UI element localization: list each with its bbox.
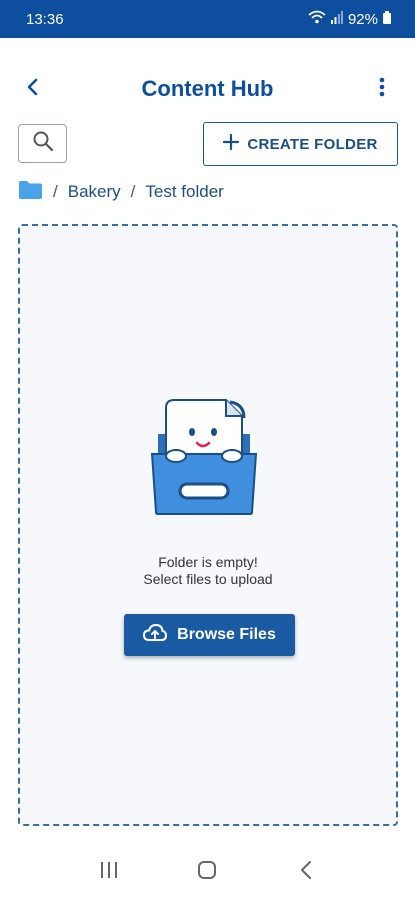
create-folder-label: CREATE FOLDER — [247, 135, 378, 153]
signal-icon — [330, 10, 343, 28]
nav-recents-button[interactable] — [89, 852, 129, 892]
back-icon — [299, 860, 313, 885]
browse-files-button[interactable]: Browse Files — [124, 614, 295, 656]
status-icons: 92% — [308, 10, 391, 28]
back-button[interactable] — [18, 74, 48, 104]
chevron-left-icon — [26, 78, 40, 101]
search-icon — [32, 130, 54, 157]
breadcrumb: / Bakery / Test folder — [18, 178, 224, 206]
empty-title: Folder is empty! — [158, 554, 258, 570]
more-vertical-icon — [379, 77, 385, 102]
system-nav-bar — [0, 844, 415, 900]
create-folder-button[interactable]: CREATE FOLDER — [203, 122, 398, 166]
wifi-icon — [308, 10, 326, 28]
breadcrumb-item-bakery[interactable]: Bakery — [68, 182, 121, 202]
folder-icon[interactable] — [18, 180, 43, 205]
cloud-upload-icon — [143, 623, 168, 647]
browse-files-label: Browse Files — [177, 626, 276, 643]
empty-message: Folder is empty! Select files to upload — [20, 554, 396, 588]
status-time: 13:36 — [26, 10, 64, 28]
home-icon — [197, 860, 217, 885]
nav-home-button[interactable] — [187, 852, 227, 892]
status-bar: 13:36 92% — [0, 0, 415, 38]
plus-icon — [223, 133, 240, 154]
nav-back-button[interactable] — [286, 852, 326, 892]
file-dropzone[interactable]: Folder is empty! Select files to upload … — [18, 224, 398, 826]
battery-text: 92% — [347, 10, 378, 28]
recents-icon — [99, 861, 119, 884]
page-title: Content Hub — [141, 76, 274, 101]
search-button[interactable] — [18, 124, 67, 163]
more-options-button[interactable] — [367, 74, 397, 104]
breadcrumb-separator: / — [53, 182, 58, 201]
breadcrumb-item-current: Test folder — [145, 182, 224, 201]
empty-subtitle: Select files to upload — [143, 571, 273, 587]
battery-icon — [383, 10, 391, 28]
app-bar: Content Hub — [0, 60, 415, 118]
empty-box-illustration-icon — [144, 396, 264, 516]
breadcrumb-separator: / — [130, 182, 136, 201]
